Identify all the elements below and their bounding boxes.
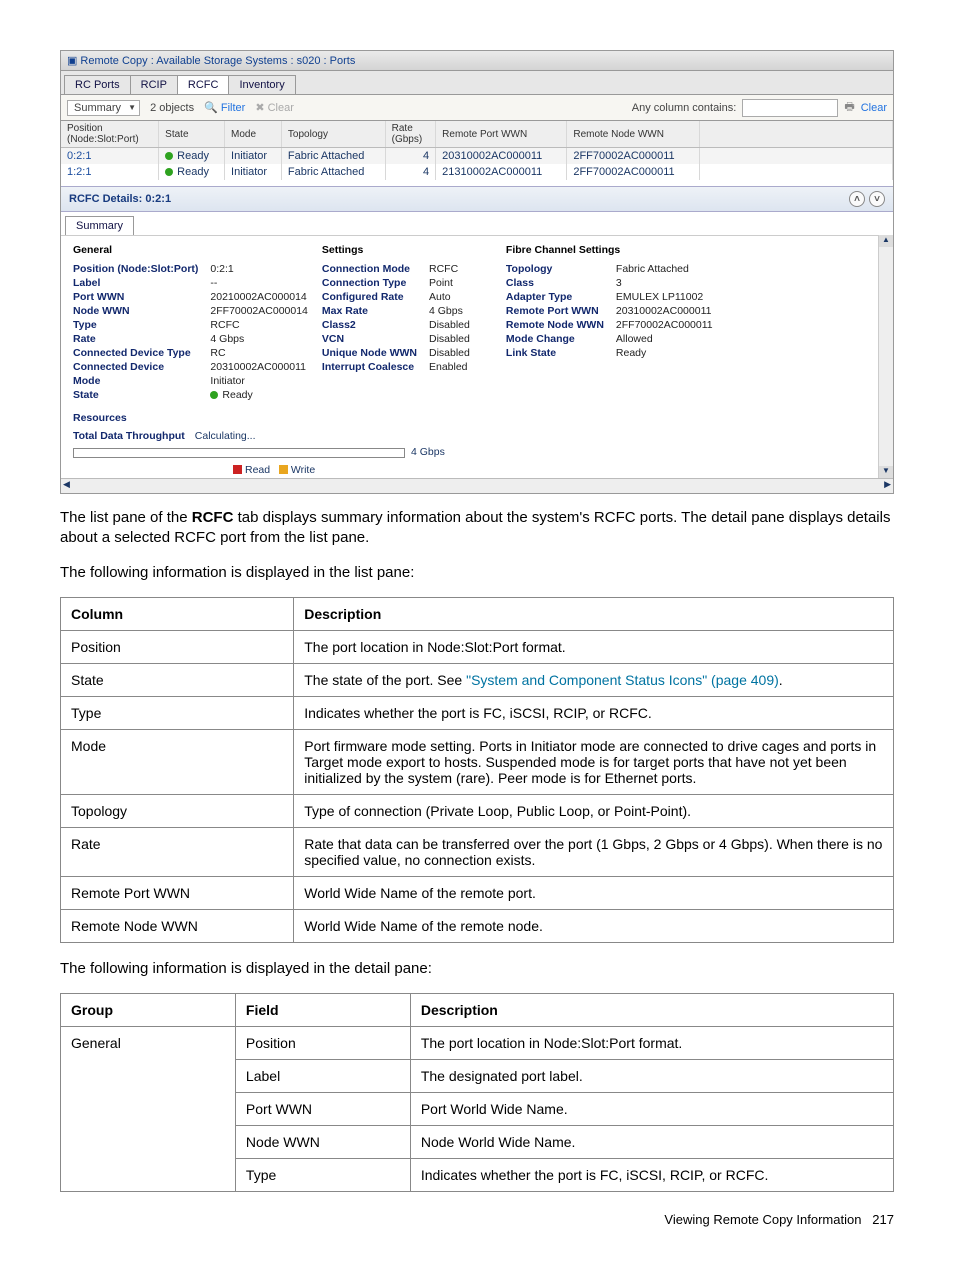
horizontal-scrollbar[interactable]: ◀ ▶ [61,478,893,493]
any-column-contains-input[interactable] [742,99,838,117]
tab-rcfc[interactable]: RCFC [177,75,230,94]
legend-read-swatch [233,465,242,474]
tdt-value: Calculating... [195,430,256,442]
table-row: State The state of the port. See "System… [61,663,894,696]
table-row: ModePort firmware mode setting. Ports in… [61,729,894,794]
screenshot-frame: ▣Remote Copy : Available Storage Systems… [60,50,894,494]
vertical-scrollbar[interactable]: ▲ ▼ [878,235,893,478]
col-state[interactable]: State [159,121,225,148]
resources-section: Resources Total Data Throughput Calculat… [61,406,893,478]
table-row: TypeIndicates whether the port is FC, iS… [61,696,894,729]
col-remote-node-wwn[interactable]: Remote Node WWN [567,121,700,148]
status-icons-link[interactable]: "System and Component Status Icons" (pag… [466,672,779,688]
col-header-description: Description [294,597,894,630]
detail-pane-table: Group Field Description General Position… [60,993,894,1192]
group-cell: General [61,1027,236,1192]
table-row: PositionThe port location in Node:Slot:P… [61,630,894,663]
col-mode[interactable]: Mode [225,121,282,148]
filter-link[interactable]: 🔍 Filter [204,101,245,114]
settings-section: Settings Connection Mode Connection Type… [322,244,492,402]
fcs-section: Fibre Channel Settings Topology Class Ad… [506,244,736,402]
settings-heading: Settings [322,244,492,256]
col-rate[interactable]: Rate(Gbps) [385,121,436,148]
list-pane-table: Column Description PositionThe port loca… [60,597,894,943]
table-row: RateRate that data can be transferred ov… [61,827,894,876]
window-title: ▣Remote Copy : Available Storage Systems… [61,51,893,71]
throughput-scale: 4 Gbps [411,446,445,458]
view-dropdown[interactable]: Summary ▼ [67,100,140,116]
paragraph-1: The list pane of the RCFC tab displays s… [60,508,894,549]
legend-write-swatch [279,465,288,474]
ports-grid: Position(Node:Slot:Port) State Mode Topo… [61,121,893,180]
col-remote-port-wwn[interactable]: Remote Port WWN [436,121,567,148]
collapse-up-icon[interactable]: ˄ [849,191,865,207]
table-row: Remote Port WWNWorld Wide Name of the re… [61,876,894,909]
status-ready-icon: Ready [165,166,209,178]
view-dropdown-label: Summary [74,102,121,114]
object-count: 2 objects [150,102,194,114]
main-tabs: RC Ports RCIP RCFC Inventory [61,71,893,94]
table-row: Remote Node WWNWorld Wide Name of the re… [61,909,894,942]
export-icon[interactable]: 🖶 [844,98,854,117]
grid-row[interactable]: 0:2:1 Ready Initiator Fabric Attached 4 … [61,148,893,165]
tab-inventory[interactable]: Inventory [228,75,295,94]
col-header-description2: Description [410,994,893,1027]
col-header-group: Group [61,994,236,1027]
tdt-label: Total Data Throughput [73,430,185,442]
paragraph-3: The following information is displayed i… [60,959,894,979]
details-panel: General Position (Node:Slot:Port) Label … [61,235,893,406]
table-row: General PositionThe port location in Nod… [61,1027,894,1060]
col-spacer [700,121,893,148]
fcs-heading: Fibre Channel Settings [506,244,736,256]
tab-rcip[interactable]: RCIP [130,75,178,94]
col-position[interactable]: Position(Node:Slot:Port) [61,121,159,148]
subtab-summary[interactable]: Summary [65,216,134,235]
col-header-column: Column [61,597,294,630]
details-titlebar: RCFC Details: 0:2:1 ˄ ˅ [61,186,893,212]
paragraph-2: The following information is displayed i… [60,563,894,583]
tab-rc-ports[interactable]: RC Ports [64,75,131,94]
clear-link-disabled: ✖ Clear [255,101,294,114]
toolbar: Summary ▼ 2 objects 🔍 Filter ✖ Clear Any… [61,94,893,121]
status-ready-icon: Ready [165,150,209,162]
general-heading: General [73,244,308,256]
grid-row[interactable]: 1:2:1 Ready Initiator Fabric Attached 4 … [61,164,893,180]
collapse-down-icon[interactable]: ˅ [869,191,885,207]
throughput-bar [73,448,405,458]
clear-link[interactable]: Clear [861,102,887,114]
detail-subtabs: Summary [61,212,893,235]
status-ready-icon: Ready [210,389,252,401]
col-header-field: Field [235,994,410,1027]
any-column-contains-label: Any column contains: [632,102,737,114]
general-section: General Position (Node:Slot:Port) Label … [73,244,308,402]
col-topology[interactable]: Topology [281,121,385,148]
table-row: TopologyType of connection (Private Loop… [61,794,894,827]
page-footer: Viewing Remote Copy Information 217 [60,1212,894,1227]
